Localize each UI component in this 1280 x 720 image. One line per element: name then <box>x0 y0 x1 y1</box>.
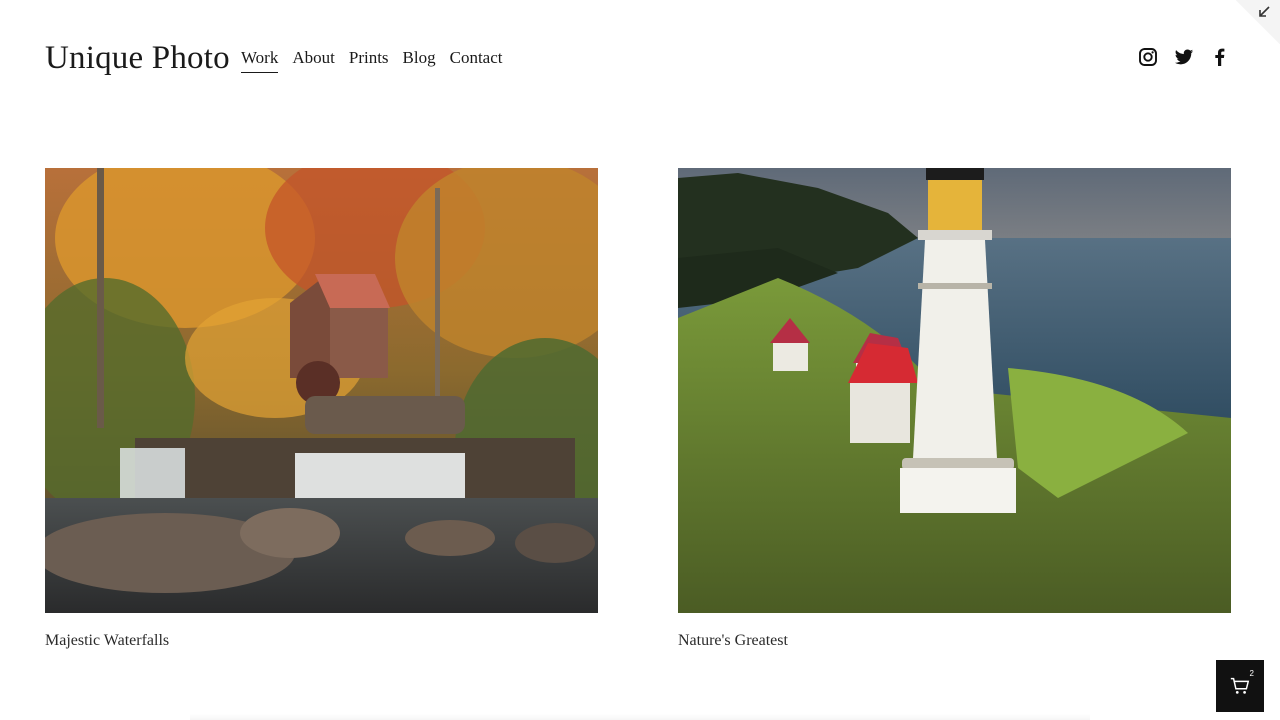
instagram-icon[interactable] <box>1138 47 1158 67</box>
cart-count-badge: 2 <box>1249 669 1254 678</box>
shopping-cart-icon <box>1230 677 1250 694</box>
nav-item-contact[interactable]: Contact <box>450 45 503 71</box>
nav-item-work[interactable]: Work <box>241 45 279 73</box>
site-title[interactable]: Unique Photo <box>45 38 230 78</box>
nav-item-about[interactable]: About <box>292 45 335 71</box>
gallery-item[interactable]: Majestic Waterfalls <box>45 168 598 651</box>
gallery-item[interactable]: Nature's Greatest <box>678 168 1231 651</box>
nav-item-prints[interactable]: Prints <box>349 45 389 71</box>
social-links <box>1138 47 1230 67</box>
facebook-icon[interactable] <box>1210 47 1230 67</box>
main-nav: Work About Prints Blog Contact <box>241 45 503 73</box>
collapse-arrow-icon[interactable] <box>1256 4 1272 20</box>
twitter-icon[interactable] <box>1174 47 1194 67</box>
cart-button[interactable]: 2 <box>1216 660 1264 712</box>
bottom-shadow <box>190 714 1090 720</box>
lighthouse-photo[interactable] <box>678 168 1231 613</box>
nav-item-blog[interactable]: Blog <box>403 45 436 71</box>
waterfall-photo[interactable] <box>45 168 598 613</box>
gallery-caption[interactable]: Majestic Waterfalls <box>45 631 598 651</box>
gallery-caption[interactable]: Nature's Greatest <box>678 631 1231 651</box>
